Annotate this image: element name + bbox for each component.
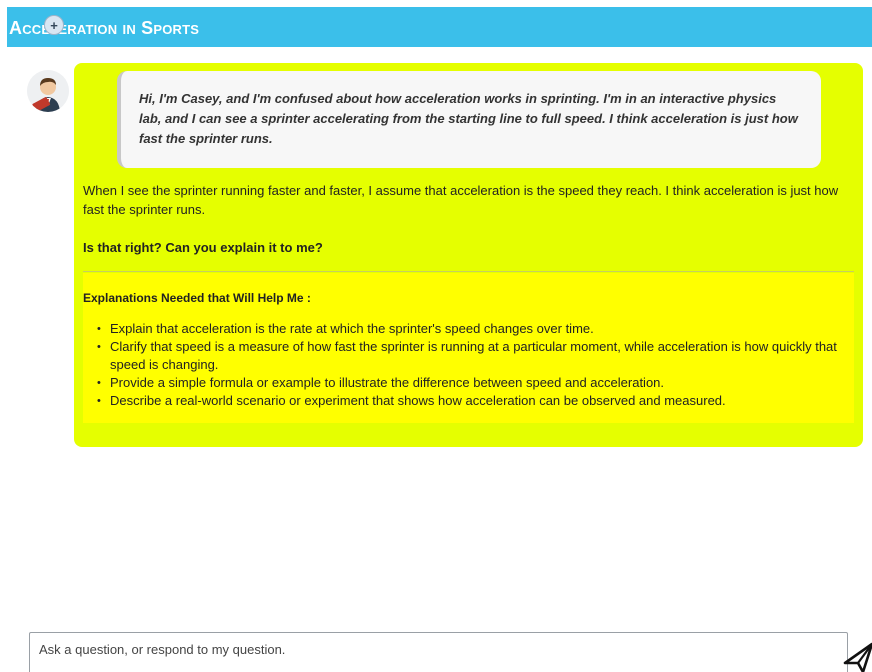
explanations-needed-title: Explanations Needed that Will Help Me : (83, 291, 311, 305)
list-item: Clarify that speed is a measure of how f… (93, 338, 853, 374)
message-input[interactable] (39, 642, 829, 657)
list-item: Provide a simple formula or example to i… (93, 374, 853, 392)
message-input-box[interactable] (29, 632, 848, 672)
list-item: Explain that acceleration is the rate at… (93, 320, 853, 338)
student-avatar-icon (27, 70, 69, 112)
header-bar: Acceleration in Sports + (7, 7, 872, 47)
add-button[interactable]: + (44, 15, 64, 35)
paper-plane-icon (843, 642, 872, 672)
page-title: Acceleration in Sports (9, 18, 200, 38)
send-button[interactable] (842, 636, 872, 672)
explanations-list: Explain that acceleration is the rate at… (93, 320, 853, 410)
divider (83, 271, 854, 272)
chat-page: Acceleration in Sports + Hi, I'm Casey, … (0, 0, 872, 672)
message-bubble: Hi, I'm Casey, and I'm confused about ho… (74, 63, 863, 447)
plus-icon: + (50, 17, 58, 33)
student-quote: Hi, I'm Casey, and I'm confused about ho… (117, 71, 821, 168)
message-paragraph: When I see the sprinter running faster a… (83, 183, 839, 217)
list-item: Describe a real-world scenario or experi… (93, 392, 853, 410)
quote-text: Hi, I'm Casey, and I'm confused about ho… (139, 91, 798, 146)
avatar (27, 70, 69, 112)
explanations-needed-box: Explanations Needed that Will Help Me : … (83, 273, 854, 423)
message-question: Is that right? Can you explain it to me? (83, 240, 323, 255)
